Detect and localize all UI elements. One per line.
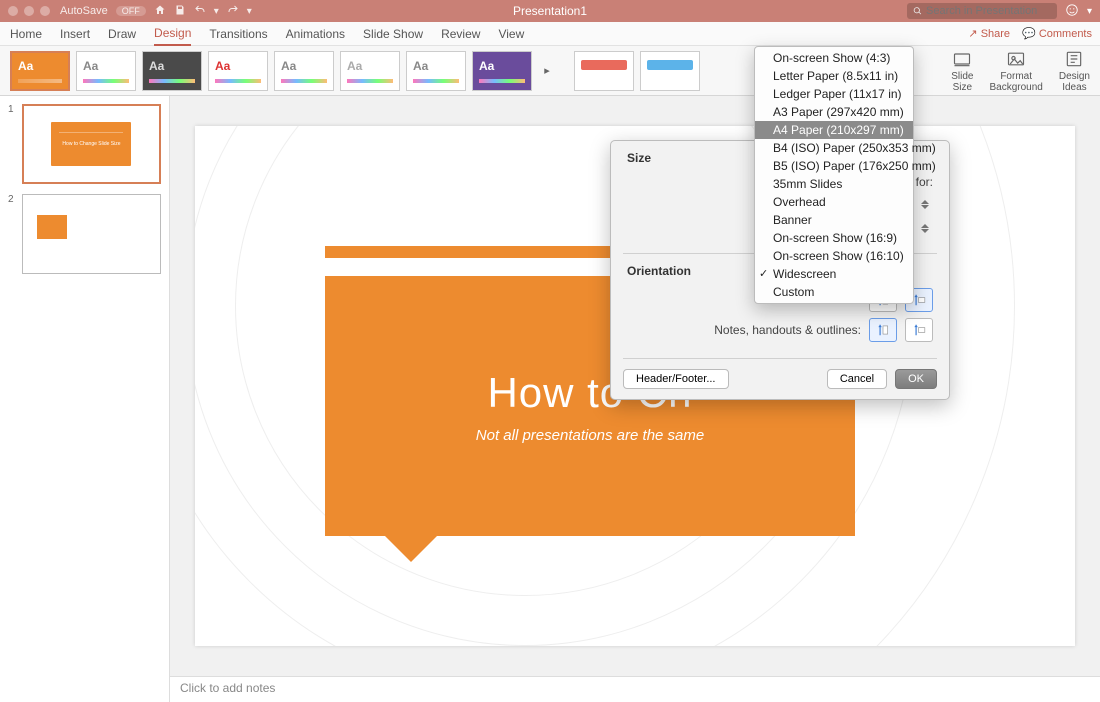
- undo-menu-icon[interactable]: ▾: [214, 6, 219, 17]
- search-field[interactable]: [926, 5, 1051, 17]
- theme-option-1[interactable]: Aa: [10, 51, 70, 91]
- size-option[interactable]: B4 (ISO) Paper (250x353 mm): [755, 139, 913, 157]
- home-icon[interactable]: [154, 4, 166, 19]
- variants-group: [574, 51, 700, 91]
- slide-size-button[interactable]: Slide Size: [951, 49, 973, 93]
- share-label: Share: [981, 28, 1010, 40]
- tab-view[interactable]: View: [498, 23, 524, 45]
- theme-option-4[interactable]: Aa: [208, 51, 268, 91]
- tab-home[interactable]: Home: [10, 23, 42, 45]
- theme-aa: Aa: [18, 59, 33, 73]
- format-background-button[interactable]: Format Background: [989, 49, 1042, 93]
- titlebar: AutoSave OFF ▾ ▾ Presentation1 ▾: [0, 0, 1100, 22]
- notes-pane[interactable]: Click to add notes: [170, 676, 1100, 702]
- size-option[interactable]: Ledger Paper (11x17 in): [755, 85, 913, 103]
- undo-icon[interactable]: [194, 4, 206, 19]
- size-option[interactable]: 35mm Slides: [755, 175, 913, 193]
- format-background-label: Format Background: [989, 71, 1042, 93]
- theme-aa: Aa: [347, 59, 362, 73]
- theme-aa: Aa: [215, 59, 230, 73]
- size-option[interactable]: Overhead: [755, 193, 913, 211]
- thumb-title: How to Change Slide Size: [62, 141, 120, 147]
- zoom-icon[interactable]: [40, 6, 50, 16]
- account-icon[interactable]: [1065, 3, 1079, 20]
- autosave-label: AutoSave: [60, 5, 108, 17]
- tab-insert[interactable]: Insert: [60, 23, 90, 45]
- redo-icon[interactable]: [227, 4, 239, 19]
- tab-draw[interactable]: Draw: [108, 23, 136, 45]
- design-ideas-button[interactable]: Design Ideas: [1059, 49, 1090, 93]
- comments-button[interactable]: 💬 Comments: [1022, 27, 1092, 40]
- size-option[interactable]: B5 (ISO) Paper (176x250 mm): [755, 157, 913, 175]
- autosave-toggle[interactable]: OFF: [116, 6, 146, 16]
- thumb-number: 1: [8, 104, 16, 184]
- size-option[interactable]: Widescreen✓: [755, 265, 913, 283]
- search-input[interactable]: [907, 3, 1057, 19]
- thumb-number: 2: [8, 194, 16, 274]
- theme-aa: Aa: [479, 59, 494, 73]
- notes-landscape-button[interactable]: [905, 318, 933, 342]
- check-icon: ✓: [759, 267, 768, 280]
- theme-aa: Aa: [413, 59, 428, 73]
- notes-portrait-button[interactable]: [869, 318, 897, 342]
- height-stepper[interactable]: [921, 219, 933, 237]
- comments-label: Comments: [1039, 28, 1092, 40]
- size-option[interactable]: A3 Paper (297x420 mm): [755, 103, 913, 121]
- window-controls[interactable]: [8, 6, 50, 16]
- theme-option-2[interactable]: Aa: [76, 51, 136, 91]
- themes-more-icon[interactable]: ▸: [540, 64, 554, 77]
- theme-option-7[interactable]: Aa: [406, 51, 466, 91]
- theme-aa: Aa: [149, 59, 164, 73]
- slide-thumbnails: 1 How to Change Slide Size 2: [0, 96, 170, 702]
- theme-option-8[interactable]: Aa: [472, 51, 532, 91]
- tab-transitions[interactable]: Transitions: [209, 23, 267, 45]
- thumbnail-1[interactable]: How to Change Slide Size: [22, 104, 161, 184]
- notes-orient-label: Notes, handouts & outlines:: [714, 323, 861, 337]
- variant-1[interactable]: [574, 51, 634, 91]
- theme-option-5[interactable]: Aa: [274, 51, 334, 91]
- tab-animations[interactable]: Animations: [286, 23, 345, 45]
- slide-size-dropdown[interactable]: On-screen Show (4:3)Letter Paper (8.5x11…: [754, 46, 914, 304]
- header-footer-button[interactable]: Header/Footer...: [623, 369, 729, 389]
- size-option[interactable]: Banner: [755, 211, 913, 229]
- tab-design[interactable]: Design: [154, 22, 191, 46]
- width-stepper[interactable]: [921, 195, 933, 213]
- variant-2[interactable]: [640, 51, 700, 91]
- design-ideas-label: Design Ideas: [1059, 71, 1090, 93]
- account-menu-icon[interactable]: ▾: [1087, 6, 1092, 17]
- share-button[interactable]: ↗ Share: [968, 27, 1010, 40]
- theme-option-3[interactable]: Aa: [142, 51, 202, 91]
- cancel-button[interactable]: Cancel: [827, 369, 887, 389]
- design-ribbon: Aa Aa Aa Aa Aa Aa Aa Aa ▸ Slide Size For…: [0, 46, 1100, 96]
- size-option[interactable]: On-screen Show (16:10): [755, 247, 913, 265]
- thumbnail-2[interactable]: [22, 194, 161, 274]
- save-icon[interactable]: [174, 4, 186, 19]
- tab-review[interactable]: Review: [441, 23, 480, 45]
- close-icon[interactable]: [8, 6, 18, 16]
- slide-size-label: Slide Size: [951, 71, 973, 93]
- size-option[interactable]: On-screen Show (4:3): [755, 49, 913, 67]
- tab-slideshow[interactable]: Slide Show: [363, 23, 423, 45]
- ok-button[interactable]: OK: [895, 369, 937, 389]
- slide-subheading: Not all presentations are the same: [476, 427, 704, 444]
- minimize-icon[interactable]: [24, 6, 34, 16]
- theme-aa: Aa: [281, 59, 296, 73]
- qat-customize-icon[interactable]: ▾: [247, 6, 252, 17]
- callout-tail-icon: [385, 536, 437, 562]
- theme-option-6[interactable]: Aa: [340, 51, 400, 91]
- ribbon-tabs: Home Insert Draw Design Transitions Anim…: [0, 22, 1100, 46]
- size-option[interactable]: A4 Paper (210x297 mm): [755, 121, 913, 139]
- size-option[interactable]: Letter Paper (8.5x11 in): [755, 67, 913, 85]
- size-option[interactable]: On-screen Show (16:9): [755, 229, 913, 247]
- size-option[interactable]: Custom: [755, 283, 913, 301]
- theme-aa: Aa: [83, 59, 98, 73]
